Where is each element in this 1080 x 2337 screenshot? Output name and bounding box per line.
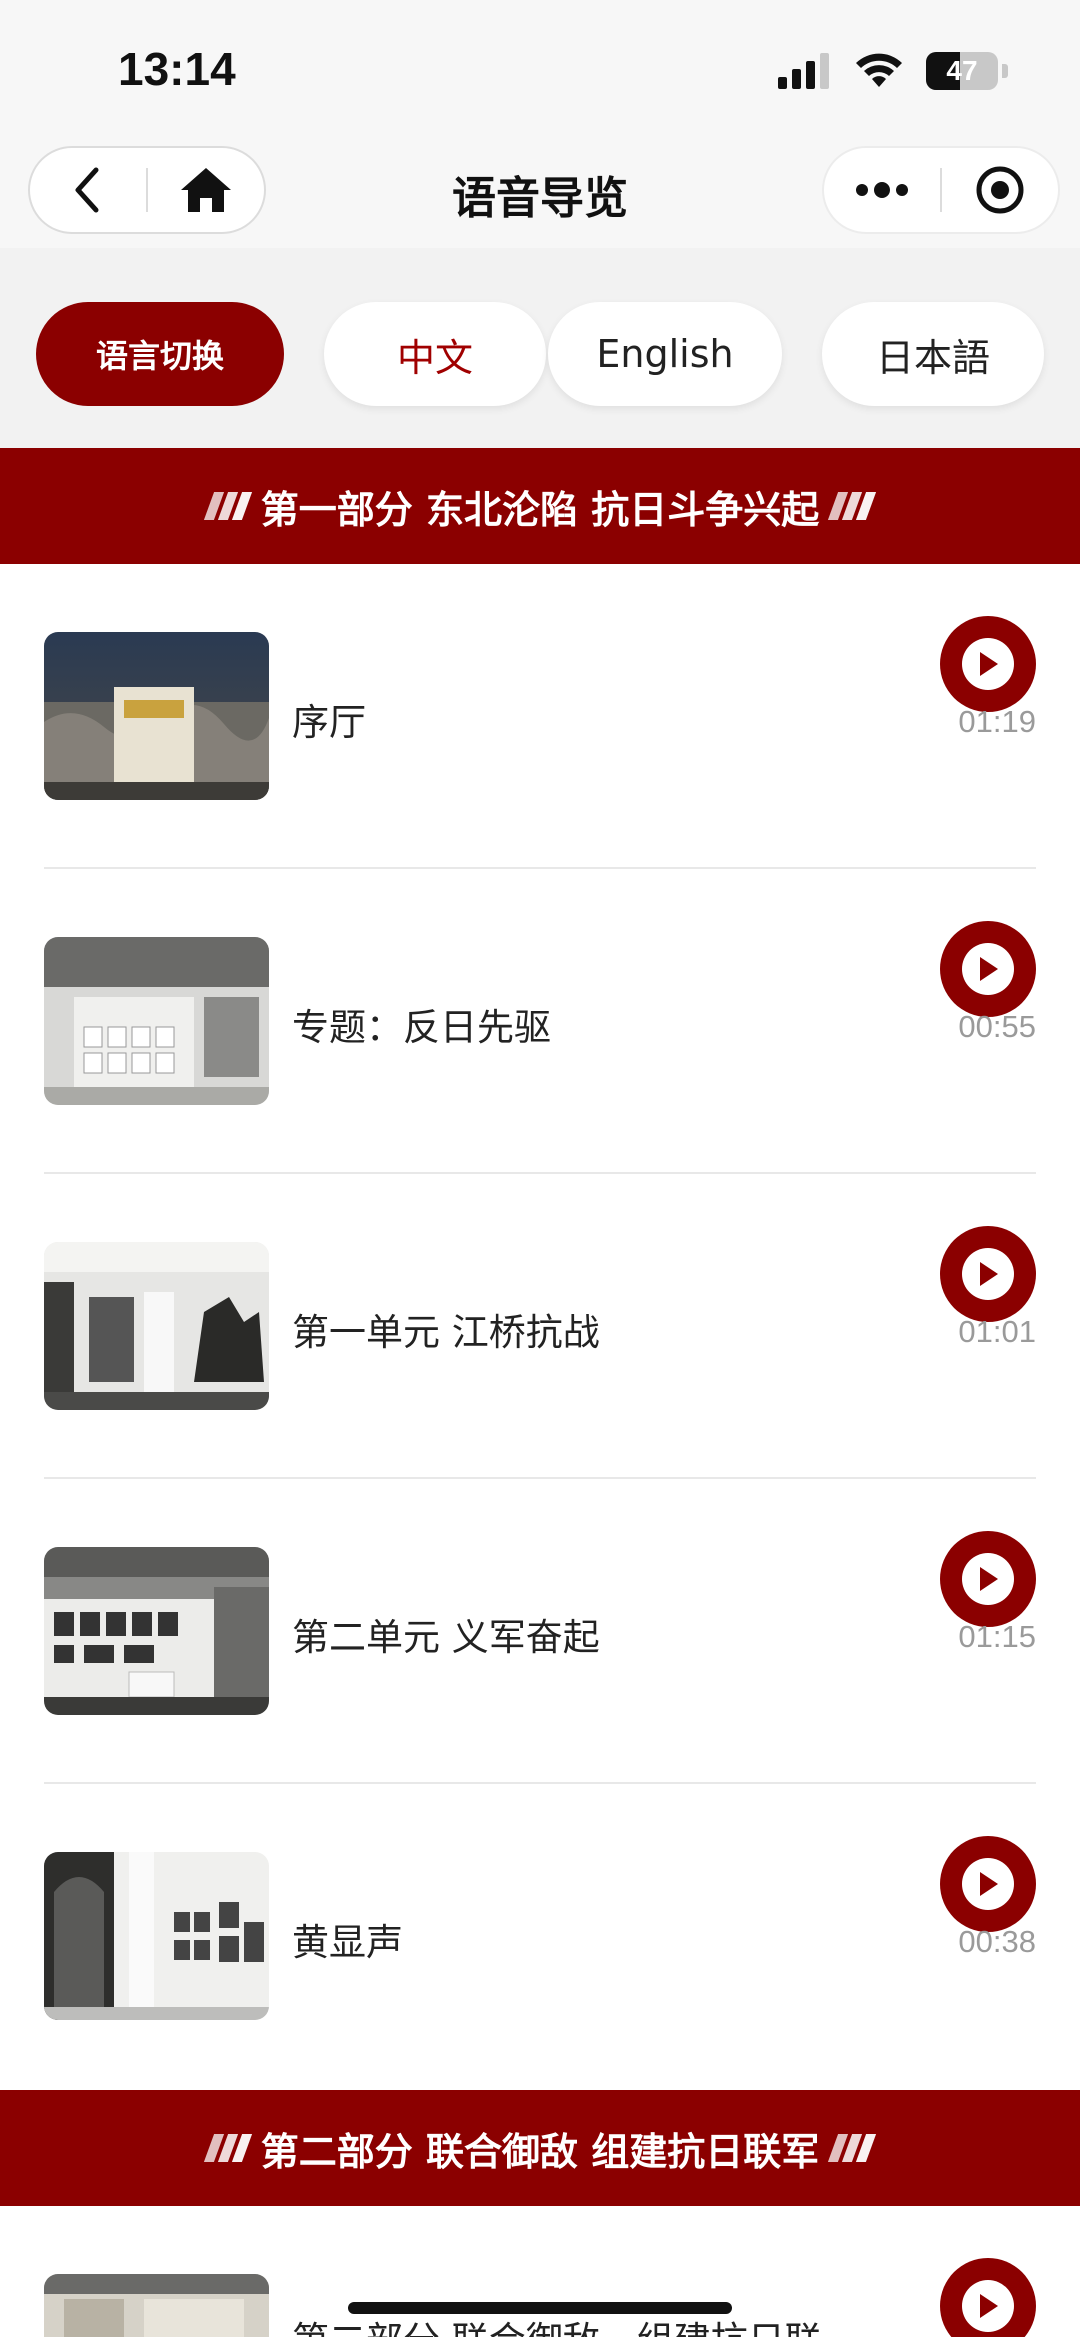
stripes-decoration bbox=[203, 492, 252, 520]
section-header: 第二部分 联合御敌 组建抗日联军 bbox=[0, 2090, 1080, 2206]
lang-option-english[interactable]: English bbox=[548, 302, 782, 406]
item-title: 第一单元 江桥抗战 bbox=[292, 1311, 600, 1354]
list-item[interactable]: 第二单元 义军奋起 01:15 bbox=[44, 1479, 1036, 1784]
list-item[interactable]: 第二部分 联合御敌，组建抗日联 bbox=[44, 2206, 1036, 2337]
nav-bar: 语音导览 bbox=[0, 140, 1080, 248]
item-duration: 01:15 bbox=[958, 1619, 1036, 1654]
item-title: 第二部分 联合御敌，组建抗日联 bbox=[292, 2310, 822, 2337]
battery-icon: 47 bbox=[926, 52, 998, 90]
nav-capsule-right bbox=[822, 146, 1060, 234]
list-item[interactable]: 专题：反日先驱 00:55 bbox=[44, 869, 1036, 1174]
play-icon bbox=[980, 2294, 998, 2318]
exhibit-thumbnail bbox=[44, 2274, 269, 2337]
play-icon bbox=[980, 652, 998, 676]
stripes-decoration bbox=[203, 2134, 252, 2162]
exhibit-thumbnail bbox=[44, 937, 269, 1105]
close-miniprogram-button[interactable] bbox=[942, 148, 1058, 232]
list-item[interactable]: 序厅 01:19 bbox=[44, 564, 1036, 869]
section-title: 第二部分 联合御敌 组建抗日联军 bbox=[260, 2129, 820, 2174]
play-icon bbox=[980, 957, 998, 981]
signal-icon bbox=[778, 53, 829, 89]
battery-percent: 47 bbox=[946, 55, 978, 86]
play-button[interactable] bbox=[940, 921, 1036, 1017]
exhibit-thumbnail bbox=[44, 1242, 269, 1410]
status-icons: 47 bbox=[778, 52, 1008, 90]
play-button[interactable] bbox=[940, 2258, 1036, 2337]
item-duration: 01:19 bbox=[958, 704, 1036, 739]
item-title: 第二单元 义军奋起 bbox=[292, 1616, 600, 1659]
section-title: 第一部分 东北沦陷 抗日斗争兴起 bbox=[260, 487, 820, 532]
item-duration: 00:55 bbox=[958, 1009, 1036, 1044]
language-switch-label: 语言切换 bbox=[36, 302, 284, 406]
play-icon bbox=[980, 1872, 998, 1896]
stripes-decoration bbox=[828, 2134, 877, 2162]
exhibit-thumbnail bbox=[44, 1547, 269, 1715]
stripes-decoration bbox=[828, 492, 877, 520]
battery-tip bbox=[1002, 64, 1008, 78]
status-bar: 13:14 47 bbox=[0, 0, 1080, 140]
play-icon bbox=[980, 1262, 998, 1286]
exhibit-thumbnail bbox=[44, 1852, 269, 2020]
play-icon bbox=[980, 1567, 998, 1591]
exhibit-thumbnail bbox=[44, 632, 269, 800]
status-time: 13:14 bbox=[118, 43, 236, 95]
item-title: 序厅 bbox=[292, 701, 366, 744]
list-item[interactable]: 第一单元 江桥抗战 01:01 bbox=[44, 1174, 1036, 1479]
wifi-icon bbox=[856, 53, 902, 87]
item-duration: 00:38 bbox=[958, 1924, 1036, 1959]
section-header: 第一部分 东北沦陷 抗日斗争兴起 bbox=[0, 448, 1080, 564]
play-button[interactable] bbox=[940, 616, 1036, 712]
item-title: 专题：反日先驱 bbox=[292, 1006, 551, 1049]
play-button[interactable] bbox=[940, 1531, 1036, 1627]
lang-option-chinese[interactable]: 中文 bbox=[324, 302, 546, 406]
more-icon bbox=[856, 182, 908, 198]
more-button[interactable] bbox=[824, 148, 940, 232]
home-indicator bbox=[348, 2302, 732, 2314]
lang-option-japanese[interactable]: 日本語 bbox=[822, 302, 1044, 406]
play-button[interactable] bbox=[940, 1226, 1036, 1322]
list-item[interactable]: 黄显声 00:38 bbox=[44, 1784, 1036, 2089]
record-icon bbox=[976, 166, 1024, 214]
play-button[interactable] bbox=[940, 1836, 1036, 1932]
language-bar: 语言切换 中文 English 日本語 bbox=[0, 248, 1080, 448]
item-duration: 01:01 bbox=[958, 1314, 1036, 1349]
item-title: 黄显声 bbox=[292, 1921, 403, 1964]
